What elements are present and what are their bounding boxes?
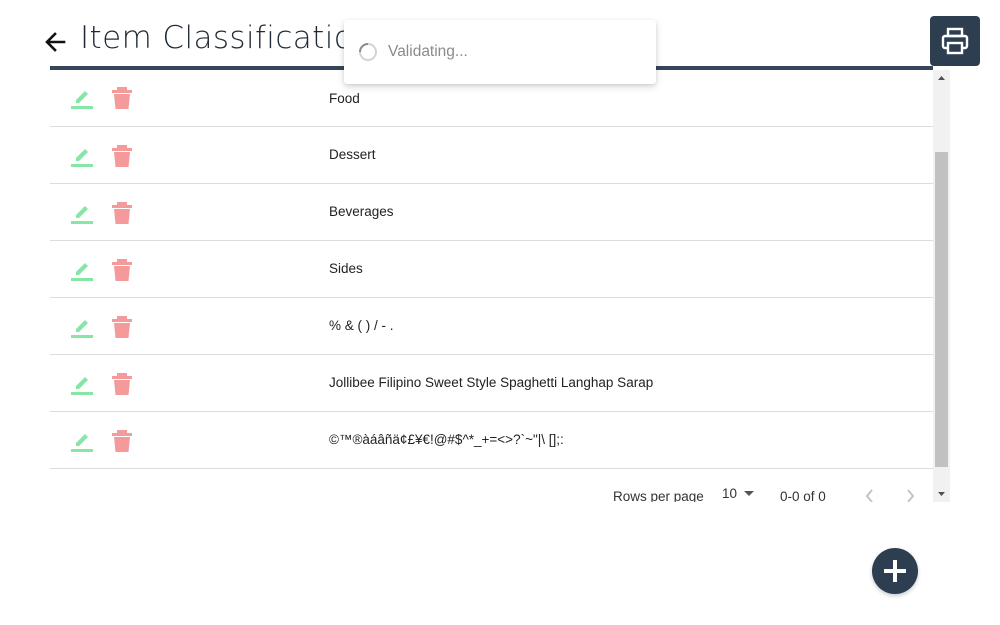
caret-up-icon [938, 76, 945, 80]
edit-button[interactable] [70, 372, 94, 396]
classification-name: Beverages [329, 204, 394, 219]
next-page-button[interactable] [898, 484, 922, 502]
pencil-icon [71, 206, 93, 224]
back-button[interactable] [40, 26, 72, 58]
pencil-icon [71, 263, 93, 281]
pencil-icon [71, 149, 93, 167]
scroll-thumb[interactable] [935, 152, 948, 467]
pencil-icon [71, 434, 93, 452]
classification-table: Food Dessert Beverages Sides % & () / -… [50, 70, 933, 470]
edit-button[interactable] [70, 144, 94, 168]
edit-button[interactable] [70, 315, 94, 339]
trash-icon [112, 202, 132, 224]
table-row: Jollibee Filipino Sweet Style Spaghetti … [50, 355, 933, 412]
print-button[interactable] [930, 16, 980, 66]
edit-button[interactable] [70, 258, 94, 282]
table-row: ©™®àáâñä¢£¥€!@#$^*_+=<>?`~"|\ [];: [50, 412, 933, 469]
delete-button[interactable] [110, 86, 134, 110]
table-row: % & ( ) / - . [50, 298, 933, 355]
toast-message: Validating... [388, 43, 468, 60]
trash-icon [112, 145, 132, 167]
table-row: Dessert [50, 127, 933, 184]
page-title: Item Classification [80, 20, 348, 56]
rows-per-page-value: 10 [722, 485, 738, 501]
chevron-right-icon [907, 489, 915, 502]
delete-button[interactable] [110, 258, 134, 282]
pencil-icon [71, 91, 93, 109]
edit-button[interactable] [70, 86, 94, 110]
arrow-left-icon [45, 32, 66, 52]
validating-toast: Validating... [344, 20, 656, 84]
scroll-up-button[interactable] [933, 70, 950, 87]
classification-name: ©™®àáâñä¢£¥€!@#$^*_+=<>?`~"|\ [];: [329, 432, 564, 447]
printer-icon [941, 27, 969, 55]
classification-name: Dessert [329, 147, 376, 162]
pencil-icon [71, 320, 93, 338]
table-row: Sides [50, 241, 933, 298]
pencil-icon [71, 377, 93, 395]
trash-icon [112, 373, 132, 395]
delete-button[interactable] [110, 429, 134, 453]
delete-button[interactable] [110, 201, 134, 225]
add-classification-button[interactable] [872, 548, 918, 594]
classification-name: Jollibee Filipino Sweet Style Spaghetti … [329, 375, 654, 390]
vertical-scrollbar[interactable] [933, 70, 950, 502]
chevron-left-icon [865, 489, 873, 502]
page-range: 0-0 of 0 [780, 489, 826, 502]
trash-icon [112, 316, 132, 338]
dropdown-arrow-icon [744, 491, 755, 496]
table-row: Beverages [50, 184, 933, 241]
delete-button[interactable] [110, 372, 134, 396]
classification-name: Sides [329, 261, 363, 276]
delete-button[interactable] [110, 315, 134, 339]
caret-down-icon [938, 492, 945, 496]
rows-per-page-label: Rows per page [613, 489, 704, 502]
edit-button[interactable] [70, 201, 94, 225]
trash-icon [112, 259, 132, 281]
trash-icon [112, 430, 132, 452]
previous-page-button[interactable] [858, 484, 882, 502]
edit-button[interactable] [70, 429, 94, 453]
plus-icon [884, 560, 906, 582]
classification-name: % & ( ) / - . [329, 318, 394, 333]
rows-per-page-select[interactable]: 10 [722, 484, 755, 502]
pagination: Rows per page 10 0-0 of 0 [50, 470, 933, 502]
spinner-icon [359, 43, 377, 61]
delete-button[interactable] [110, 144, 134, 168]
trash-icon [112, 87, 132, 109]
scroll-down-button[interactable] [933, 485, 950, 502]
classification-name: Food [329, 91, 360, 106]
